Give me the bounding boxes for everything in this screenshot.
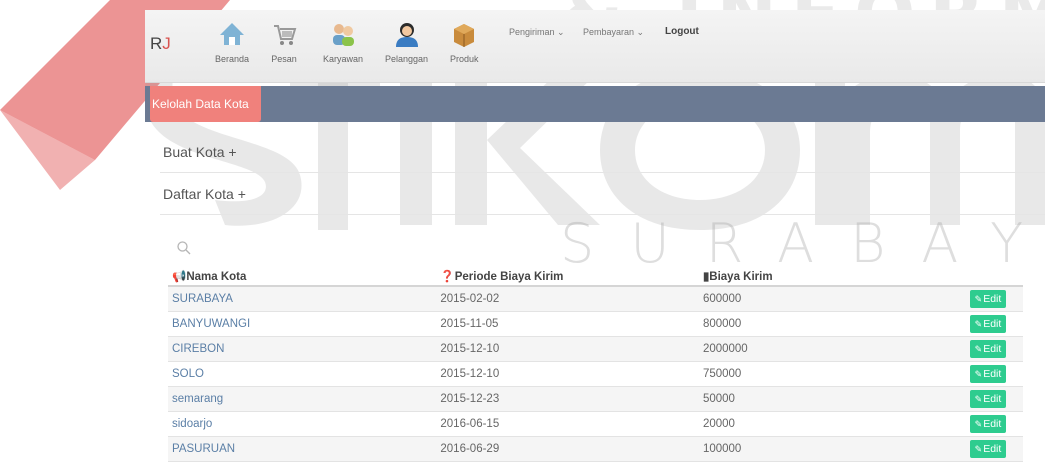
menu-pembayaran[interactable]: Pembayaran ⌄ xyxy=(583,27,644,38)
city-table: 📢Nama Kota ❓Periode Biaya Kirim ▮Biaya K… xyxy=(168,267,1023,462)
question-circle-icon: ❓ xyxy=(440,271,455,283)
page-banner: Kelolah Data Kota xyxy=(145,86,1045,122)
column-header-actions xyxy=(965,267,1023,287)
pencil-icon: ✎ xyxy=(974,369,983,379)
cost-cell: 20000 xyxy=(698,411,966,437)
cost-cell: 50000 xyxy=(698,386,966,412)
menu-pengiriman[interactable]: Pengiriman ⌄ xyxy=(509,27,565,38)
edit-button[interactable]: ✎Edit xyxy=(969,315,1007,333)
table-row: CIREBON 2015-12-10 2000000 ✎Edit xyxy=(168,336,1023,362)
actions-cell: ✎Edit xyxy=(965,311,1023,337)
nav-pelanggan[interactable]: Pelanggan xyxy=(385,20,428,64)
actions-cell: ✎Edit xyxy=(965,336,1023,362)
search-icon[interactable] xyxy=(176,240,192,256)
megaphone-icon: 📢 xyxy=(172,271,187,283)
city-name-cell[interactable]: semarang xyxy=(168,386,437,412)
table-row: PASURUAN 2016-06-29 100000 ✎Edit xyxy=(168,436,1023,462)
column-header-period[interactable]: ❓Periode Biaya Kirim xyxy=(436,267,699,287)
pencil-icon: ✎ xyxy=(974,344,983,354)
edit-button[interactable]: ✎Edit xyxy=(969,340,1007,358)
create-city-toggle[interactable]: Buat Kota + xyxy=(160,131,1045,173)
period-cell: 2015-12-10 xyxy=(436,361,699,387)
city-list-toggle[interactable]: Daftar Kota + xyxy=(160,173,1045,215)
actions-cell: ✎Edit xyxy=(965,411,1023,437)
edit-button[interactable]: ✎Edit xyxy=(969,390,1007,408)
table-row: semarang 2015-12-23 50000 ✎Edit xyxy=(168,386,1023,412)
cost-cell: 100000 xyxy=(698,436,966,462)
cost-cell: 750000 xyxy=(698,361,966,387)
city-name-cell[interactable]: SURABAYA xyxy=(168,286,437,312)
column-header-cost[interactable]: ▮Biaya Kirim xyxy=(698,267,966,287)
nav-produk[interactable]: Produk xyxy=(450,20,479,64)
city-name-cell[interactable]: SOLO xyxy=(168,361,437,387)
city-name-cell[interactable]: CIREBON xyxy=(168,336,437,362)
period-cell: 2015-12-23 xyxy=(436,386,699,412)
actions-cell: ✎Edit xyxy=(965,361,1023,387)
pencil-icon: ✎ xyxy=(974,419,983,429)
city-name-cell[interactable]: sidoarjo xyxy=(168,411,437,437)
nav-beranda[interactable]: Beranda xyxy=(215,20,249,64)
city-name-cell[interactable]: PASURUAN xyxy=(168,436,437,462)
home-icon xyxy=(220,23,245,45)
top-navbar: RJ Beranda Pesan Karyawan Pelanggan Prod… xyxy=(145,10,1045,83)
pencil-icon: ✎ xyxy=(974,319,983,329)
actions-cell: ✎Edit xyxy=(965,286,1023,312)
city-name-cell[interactable]: BANYUWANGI xyxy=(168,311,437,337)
table-header-row: 📢Nama Kota ❓Periode Biaya Kirim ▮Biaya K… xyxy=(168,267,1023,287)
nav-pesan[interactable]: Pesan xyxy=(270,20,298,64)
period-cell: 2016-06-29 xyxy=(436,436,699,462)
box-icon xyxy=(454,24,475,47)
table-row: SOLO 2015-12-10 750000 ✎Edit xyxy=(168,361,1023,387)
cost-cell: 800000 xyxy=(698,311,966,337)
edit-button[interactable]: ✎Edit xyxy=(969,440,1007,458)
cost-cell: 2000000 xyxy=(698,336,966,362)
period-cell: 2015-12-10 xyxy=(436,336,699,362)
brand-logo[interactable]: RJ xyxy=(150,34,171,54)
table-row: sidoarjo 2016-06-15 20000 ✎Edit xyxy=(168,411,1023,437)
cart-icon xyxy=(274,25,297,45)
pencil-icon: ✎ xyxy=(974,394,983,404)
page-title: Kelolah Data Kota xyxy=(150,86,261,122)
customer-icon xyxy=(395,23,418,47)
cost-cell: 600000 xyxy=(698,286,966,312)
edit-button[interactable]: ✎Edit xyxy=(969,365,1007,383)
nav-karyawan[interactable]: Karyawan xyxy=(323,20,363,64)
pencil-icon: ✎ xyxy=(974,294,983,304)
column-header-city[interactable]: 📢Nama Kota xyxy=(168,267,437,287)
table-row: SURABAYA 2015-02-02 600000 ✎Edit xyxy=(168,286,1023,312)
logout-link[interactable]: Logout xyxy=(665,26,699,37)
period-cell: 2016-06-15 xyxy=(436,411,699,437)
watermark-city-text: SURABAYA xyxy=(560,212,1045,275)
period-cell: 2015-11-05 xyxy=(436,311,699,337)
actions-cell: ✎Edit xyxy=(965,386,1023,412)
period-cell: 2015-02-02 xyxy=(436,286,699,312)
edit-button[interactable]: ✎Edit xyxy=(969,290,1007,308)
pencil-icon: ✎ xyxy=(974,444,983,454)
table-row: BANYUWANGI 2015-11-05 800000 ✎Edit xyxy=(168,311,1023,337)
edit-button[interactable]: ✎Edit xyxy=(969,415,1007,433)
users-icon xyxy=(333,24,355,46)
actions-cell: ✎Edit xyxy=(965,436,1023,462)
